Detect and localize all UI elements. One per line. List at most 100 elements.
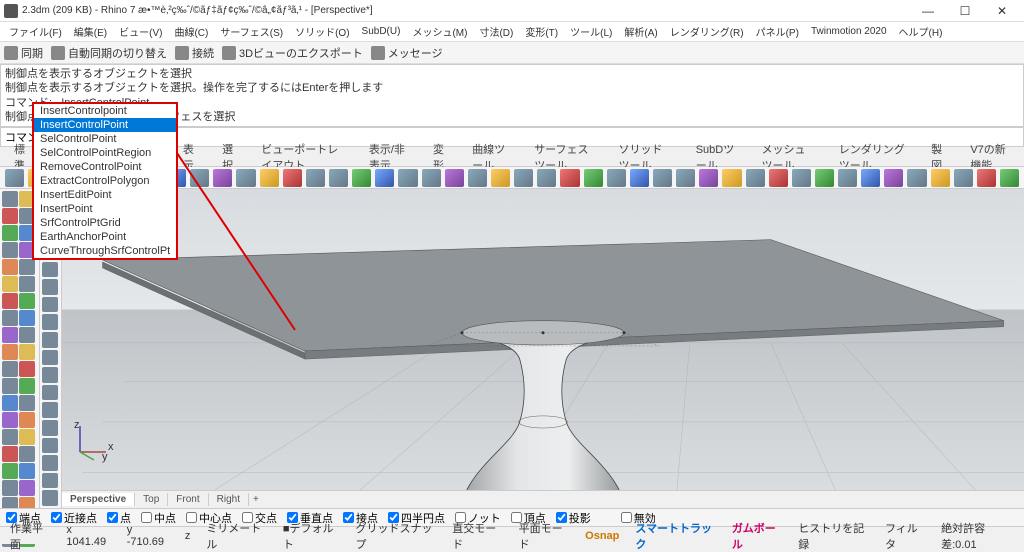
side-tool-icon[interactable]	[2, 344, 18, 360]
vp-tool-icon[interactable]	[42, 332, 58, 348]
vp-tab-add[interactable]: +	[249, 493, 263, 506]
menu-解析(A)[interactable]: 解析(A)	[619, 22, 662, 41]
ac-item[interactable]: SelControlPointRegion	[34, 146, 176, 160]
status-osnap[interactable]: Osnap	[581, 530, 623, 542]
status-直交モード[interactable]: 直交モード	[448, 520, 506, 552]
tool-icon[interactable]	[977, 169, 996, 187]
status-tol[interactable]: 絶対許容差:0.01	[937, 520, 1018, 552]
side-tool-icon[interactable]	[2, 395, 18, 411]
vp-tool-icon[interactable]	[42, 279, 58, 295]
tool-icon[interactable]	[954, 169, 973, 187]
menu-寸法(D)[interactable]: 寸法(D)	[474, 22, 518, 41]
vp-tool-icon[interactable]	[42, 455, 58, 471]
autocomplete-dropdown[interactable]: InsertControlpointInsertControlPointSelC…	[32, 102, 178, 260]
tool-icon[interactable]	[676, 169, 695, 187]
status-plane[interactable]: 作業平面	[6, 520, 54, 552]
side-tool-icon[interactable]	[19, 480, 35, 496]
ac-item[interactable]: InsertControlpoint	[34, 104, 176, 118]
vp-tool-icon[interactable]	[42, 438, 58, 454]
menu-曲線(C)[interactable]: 曲線(C)	[169, 22, 213, 41]
ac-item[interactable]: RemoveControlPoint	[34, 160, 176, 174]
ac-item[interactable]: InsertPoint	[34, 202, 176, 216]
side-tool-icon[interactable]	[2, 463, 18, 479]
menu-ビュー(V)[interactable]: ビュー(V)	[114, 22, 167, 41]
tool-icon[interactable]	[931, 169, 950, 187]
side-tool-icon[interactable]	[2, 327, 18, 343]
menu-編集(E)[interactable]: 編集(E)	[69, 22, 112, 41]
tool-icon[interactable]	[329, 169, 348, 187]
vp-tool-icon[interactable]	[42, 402, 58, 418]
tb1-link[interactable]: 接続	[175, 45, 214, 61]
vp-tab-top[interactable]: Top	[135, 493, 168, 506]
tb1-sync[interactable]: 同期	[4, 45, 43, 61]
tool-icon[interactable]	[283, 169, 302, 187]
tool-icon[interactable]	[491, 169, 510, 187]
side-tool-icon[interactable]	[19, 429, 35, 445]
tb1-export[interactable]: 3Dビューのエクスポート	[222, 45, 363, 61]
status-gumball[interactable]: ガムボール	[728, 520, 786, 552]
side-tool-icon[interactable]	[19, 395, 35, 411]
tool-icon[interactable]	[792, 169, 811, 187]
vp-tool-icon[interactable]	[42, 473, 58, 489]
side-tool-icon[interactable]	[2, 259, 18, 275]
menu-変形(T)[interactable]: 変形(T)	[520, 22, 563, 41]
tool-icon[interactable]	[630, 169, 649, 187]
menu-ソリッド(O)[interactable]: ソリッド(O)	[290, 22, 354, 41]
tool-icon[interactable]	[236, 169, 255, 187]
tool-icon[interactable]	[746, 169, 765, 187]
vp-tool-icon[interactable]	[42, 385, 58, 401]
side-tool-icon[interactable]	[2, 310, 18, 326]
menu-ヘルプ(H)[interactable]: ヘルプ(H)	[894, 22, 948, 41]
menu-SubD(U)[interactable]: SubD(U)	[357, 24, 406, 39]
ac-item[interactable]: EarthAnchorPoint	[34, 230, 176, 244]
vp-tool-icon[interactable]	[42, 367, 58, 383]
vp-tool-icon[interactable]	[42, 314, 58, 330]
side-tool-icon[interactable]	[2, 293, 18, 309]
minimize-button[interactable]: —	[910, 1, 946, 21]
snap-checkbox[interactable]	[107, 512, 118, 523]
tool-icon[interactable]	[375, 169, 394, 187]
snap-checkbox[interactable]	[186, 512, 197, 523]
side-tool-icon[interactable]	[19, 276, 35, 292]
side-tool-icon[interactable]	[2, 429, 18, 445]
tool-icon[interactable]	[260, 169, 279, 187]
menu-サーフェス(S)[interactable]: サーフェス(S)	[215, 22, 288, 41]
tool-icon[interactable]	[537, 169, 556, 187]
ac-item[interactable]: InsertControlPoint	[34, 118, 176, 132]
status-平面モード[interactable]: 平面モード	[515, 520, 573, 552]
tool-icon[interactable]	[653, 169, 672, 187]
tool-icon[interactable]	[352, 169, 371, 187]
close-button[interactable]: ✕	[984, 1, 1020, 21]
side-tool-icon[interactable]	[19, 293, 35, 309]
side-tool-icon[interactable]	[2, 480, 18, 496]
vp-tab-front[interactable]: Front	[168, 493, 208, 506]
tool-icon[interactable]	[468, 169, 487, 187]
perspective-viewport[interactable]: z y x	[62, 189, 1024, 490]
side-tool-icon[interactable]	[2, 446, 18, 462]
side-tool-icon[interactable]	[19, 446, 35, 462]
ac-item[interactable]: SelControlPoint	[34, 132, 176, 146]
side-tool-icon[interactable]	[19, 378, 35, 394]
tool-icon[interactable]	[584, 169, 603, 187]
side-tool-icon[interactable]	[19, 463, 35, 479]
tool-icon[interactable]	[769, 169, 788, 187]
side-tool-icon[interactable]	[2, 191, 18, 207]
tool-icon[interactable]	[699, 169, 718, 187]
status-unit[interactable]: ミリメートル	[202, 520, 271, 552]
status-z[interactable]: z	[181, 530, 195, 542]
tool-icon[interactable]	[884, 169, 903, 187]
tool-icon[interactable]	[607, 169, 626, 187]
side-tool-icon[interactable]	[2, 276, 18, 292]
maximize-button[interactable]: ☐	[947, 1, 983, 21]
status-filter[interactable]: フィルタ	[881, 520, 929, 552]
tool-icon[interactable]	[213, 169, 232, 187]
tool-icon[interactable]	[907, 169, 926, 187]
ac-item[interactable]: CurveThroughSrfControlPt	[34, 244, 176, 258]
side-tool-icon[interactable]	[2, 412, 18, 428]
vp-tool-icon[interactable]	[42, 490, 58, 506]
side-tool-icon[interactable]	[19, 344, 35, 360]
side-tool-icon[interactable]	[2, 208, 18, 224]
command-input[interactable]: InsertControlpoint	[54, 132, 1019, 143]
side-tool-icon[interactable]	[2, 225, 18, 241]
side-tool-icon[interactable]	[19, 310, 35, 326]
